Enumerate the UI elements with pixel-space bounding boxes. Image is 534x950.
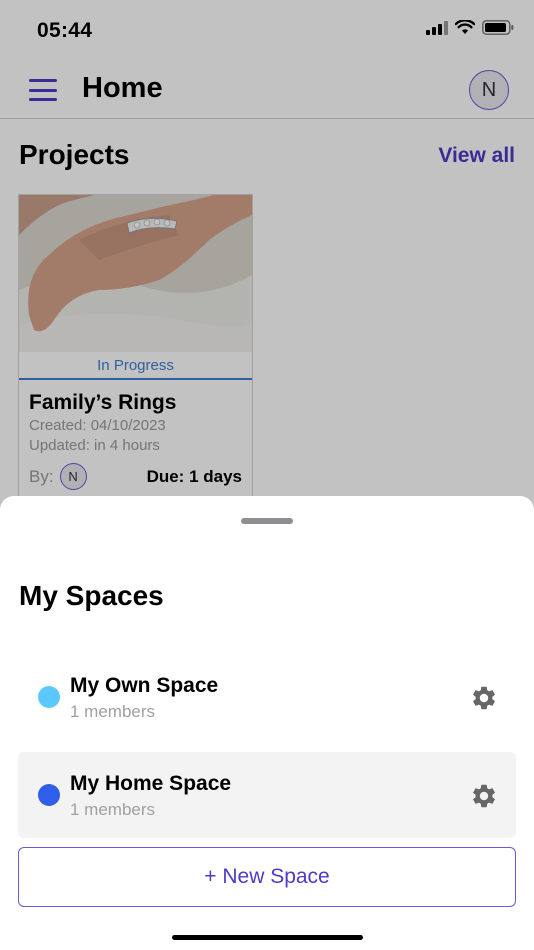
sheet-title: My Spaces (19, 580, 164, 611)
gear-icon[interactable] (470, 684, 498, 712)
space-name: My Home Space (70, 772, 232, 795)
gear-icon[interactable] (470, 782, 498, 810)
space-member-count: 1 members (70, 800, 156, 819)
my-spaces-bottom-sheet: My Spaces My Own Space 1 members My Home… (0, 496, 534, 950)
space-name: My Own Space (70, 674, 219, 697)
home-indicator[interactable] (172, 935, 363, 940)
space-item-my-own-space[interactable]: My Own Space 1 members (18, 654, 516, 740)
space-item-my-home-space[interactable]: My Home Space 1 members (18, 752, 516, 838)
space-member-count: 1 members (70, 702, 156, 721)
space-color-dot (38, 686, 60, 708)
sheet-drag-handle[interactable] (241, 518, 293, 524)
space-color-dot (38, 784, 60, 806)
new-space-button[interactable]: + New Space (18, 847, 516, 907)
